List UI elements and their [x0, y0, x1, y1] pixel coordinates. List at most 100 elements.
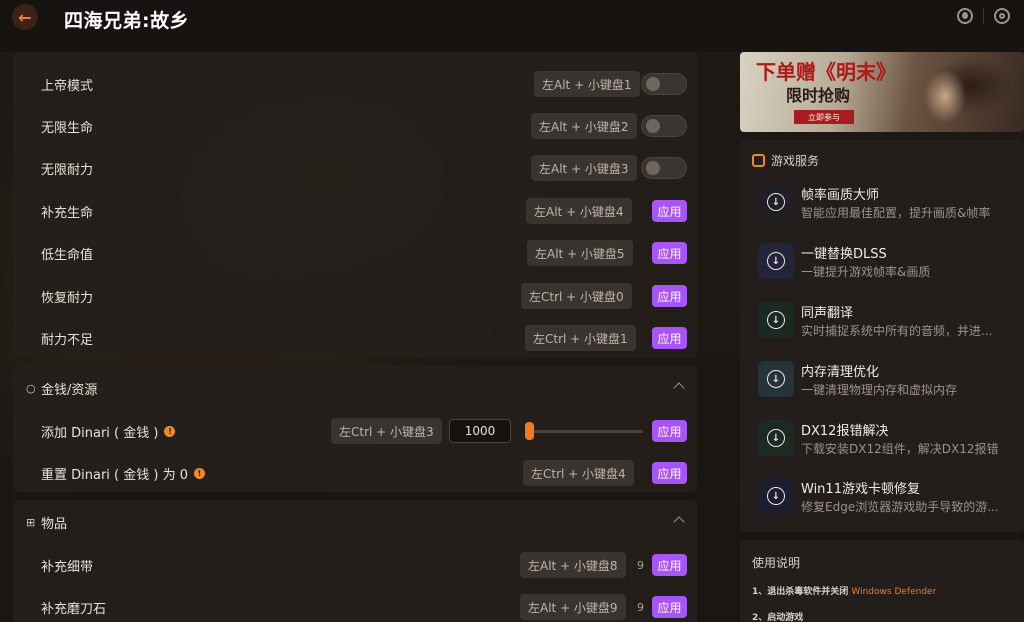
cheat-row: 恢复耐力 左Ctrl + 小键盘0 应用	[13, 278, 697, 314]
service-icon: ↓	[758, 420, 794, 456]
usage-step-2: 2、启动游戏	[752, 613, 804, 622]
cheat-row: 低生命值 左Alt + 小键盘5 应用	[13, 235, 697, 271]
toggle-switch[interactable]	[641, 157, 687, 179]
usage-instructions-panel: 使用说明 1、退出杀毒软件并关闭 Windows Defender 2、启动游戏	[740, 540, 1024, 622]
money-slider-track[interactable]	[527, 429, 643, 433]
apply-button[interactable]: 应用	[652, 420, 687, 442]
section-title: 物品	[41, 516, 68, 532]
service-icon: ↓	[758, 478, 794, 514]
item-count: 9	[637, 558, 644, 572]
service-icon: ↓	[758, 302, 794, 338]
header-icons	[957, 8, 1010, 24]
banner-subheadline: 限时抢购	[786, 86, 851, 105]
download-icon: ↓	[767, 311, 785, 329]
back-button[interactable]: ←	[12, 4, 38, 30]
service-icon: ↓	[758, 184, 794, 220]
cheat-label: 耐力不足	[41, 332, 94, 348]
info-icon[interactable]: !	[194, 467, 205, 479]
item-row: 补充磨刀石 左Alt + 小键盘9 9 应用	[13, 589, 697, 622]
service-item[interactable]: ↓ 同声翻译 实时捕捉系统中所有的音频，并进...	[758, 298, 1018, 342]
promo-banner[interactable]: 下单赠《明末》 限时抢购 立即参与	[740, 52, 1024, 132]
apply-button[interactable]: 应用	[652, 285, 687, 307]
money-slider-handle[interactable]	[525, 422, 534, 440]
hotkey-badge[interactable]: 左Ctrl + 小键盘1	[525, 325, 636, 351]
usage-step-text: 1、退出杀毒软件并关闭	[752, 587, 849, 597]
item-row: 补充细带 左Alt + 小键盘8 9 应用	[13, 547, 697, 583]
hotkey-badge[interactable]: 左Alt + 小键盘5	[527, 240, 633, 266]
banner-character-image	[890, 56, 1020, 132]
service-icon: ↓	[758, 243, 794, 279]
apply-button[interactable]: 应用	[652, 200, 687, 222]
money-amount-input[interactable]: 1000	[449, 419, 511, 443]
hotkey-badge[interactable]: 左Alt + 小键盘3	[531, 155, 637, 181]
service-name: 内存清理优化	[801, 365, 880, 380]
service-item[interactable]: ↓ Win11游戏卡顿修复 修复Edge浏览器游戏助手导致的游...	[758, 474, 1018, 518]
chevron-up-icon[interactable]	[673, 516, 685, 528]
hotkey-badge[interactable]: 左Alt + 小键盘4	[526, 198, 632, 224]
items-section-header[interactable]: ⊞ 物品	[13, 500, 697, 544]
toggle-switch[interactable]	[641, 73, 687, 95]
service-desc: 智能应用最佳配置，提升画质&帧率	[801, 206, 991, 220]
money-add-row: 添加 Dinari ( 金钱 ) ! 左Ctrl + 小键盘3 1000 应用	[13, 413, 697, 449]
service-item[interactable]: ↓ 帧率画质大师 智能应用最佳配置，提升画质&帧率	[758, 180, 1018, 224]
hotkey-badge[interactable]: 左Ctrl + 小键盘4	[523, 460, 634, 486]
cheat-label: 无限生命	[41, 120, 94, 136]
title-bar: ← 四海兄弟:故乡	[0, 0, 1024, 52]
banner-headline: 下单赠《明末》	[756, 60, 896, 84]
service-desc: 实时捕捉系统中所有的音频，并进...	[801, 324, 993, 338]
cheat-row: 上帝模式 左Alt + 小键盘1	[13, 66, 697, 102]
service-item[interactable]: ↓ 一键替换DLSS 一键提升游戏帧率&画质	[758, 239, 1018, 283]
service-desc: 下载安装DX12组件，解决DX12报错	[801, 442, 999, 456]
money-section-header[interactable]: ○ 金钱/资源	[13, 366, 697, 410]
hotkey-badge[interactable]: 左Alt + 小键盘2	[531, 113, 637, 139]
service-item[interactable]: ↓ DX12报错解决 下载安装DX12组件，解决DX12报错	[758, 416, 1018, 460]
info-icon[interactable]: !	[164, 425, 176, 437]
game-services-panel: 游戏服务 ↓ 帧率画质大师 智能应用最佳配置，提升画质&帧率 ↓ 一键替换DLS…	[740, 140, 1024, 532]
user-icon[interactable]	[957, 8, 973, 24]
section-title: 金钱/资源	[41, 382, 98, 398]
cheat-row: 无限耐力 左Alt + 小键盘3	[13, 150, 697, 186]
usage-title: 使用说明	[752, 556, 801, 570]
arrow-left-icon: ←	[18, 7, 32, 27]
service-name: Win11游戏卡顿修复	[801, 482, 920, 497]
cheat-label: 补充生命	[41, 205, 94, 221]
reset-money-label: 重置 Dinari ( 金钱 ) 为 0	[41, 467, 188, 483]
service-name: 一键替换DLSS	[801, 247, 887, 262]
hotkey-badge[interactable]: 左Alt + 小键盘1	[534, 71, 640, 97]
banner-join-button[interactable]: 立即参与	[794, 110, 854, 124]
cheat-label: 补充磨刀石	[41, 601, 107, 617]
windows-defender-link[interactable]: Windows Defender	[851, 587, 936, 597]
cheat-label: 低生命值	[41, 247, 94, 263]
cheat-label: 补充细带	[41, 559, 94, 575]
chevron-up-icon[interactable]	[673, 382, 685, 394]
cheat-label: 添加 Dinari ( 金钱 ) !	[41, 422, 176, 441]
service-name: DX12报错解决	[801, 424, 889, 439]
money-reset-row: 重置 Dinari ( 金钱 ) 为 0 ! 左Ctrl + 小键盘4 应用	[13, 455, 697, 491]
download-icon: ↓	[767, 252, 785, 270]
apply-button[interactable]: 应用	[652, 462, 687, 484]
download-icon: ↓	[767, 370, 785, 388]
hotkey-badge[interactable]: 左Ctrl + 小键盘3	[331, 418, 442, 444]
usage-step-1: 1、退出杀毒软件并关闭 Windows Defender	[752, 584, 936, 597]
hotkey-badge[interactable]: 左Ctrl + 小键盘0	[521, 283, 632, 309]
box-icon: ⊞	[26, 515, 36, 529]
box-icon	[752, 154, 765, 167]
hotkey-badge[interactable]: 左Alt + 小键盘9	[520, 594, 626, 620]
toggle-switch[interactable]	[641, 115, 687, 137]
mouse-icon: ○	[26, 381, 36, 395]
apply-button[interactable]: 应用	[652, 596, 687, 618]
service-name: 同声翻译	[801, 306, 854, 321]
gear-icon[interactable]	[994, 8, 1010, 24]
service-item[interactable]: ↓ 内存清理优化 一键清理物理内存和虚拟内存	[758, 357, 1018, 401]
apply-button[interactable]: 应用	[652, 327, 687, 349]
apply-button[interactable]: 应用	[652, 242, 687, 264]
cheat-label: 上帝模式	[41, 78, 94, 94]
cheat-row: 耐力不足 左Ctrl + 小键盘1 应用	[13, 320, 697, 356]
hotkey-badge[interactable]: 左Alt + 小键盘8	[520, 552, 626, 578]
item-count: 9	[637, 600, 644, 614]
apply-button[interactable]: 应用	[652, 554, 687, 576]
cheat-label: 恢复耐力	[41, 290, 94, 306]
download-icon: ↓	[767, 487, 785, 505]
service-desc: 一键清理物理内存和虚拟内存	[801, 383, 958, 397]
cheat-row: 无限生命 左Alt + 小键盘2	[13, 108, 697, 144]
